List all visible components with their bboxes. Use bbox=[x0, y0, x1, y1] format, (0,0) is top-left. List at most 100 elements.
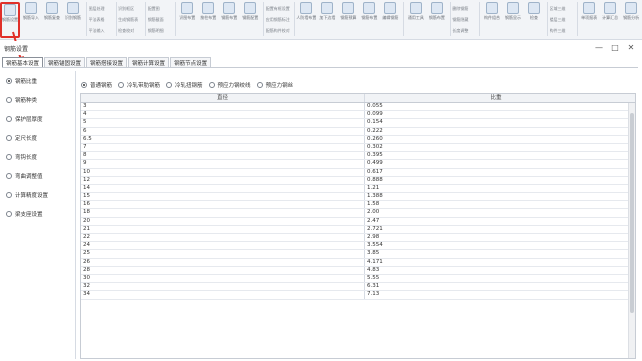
ribbon-button[interactable]: 钢筋设置 bbox=[0, 2, 20, 38]
cell-density[interactable]: 1.388 bbox=[365, 193, 627, 200]
cell-density[interactable]: 6.31 bbox=[365, 283, 627, 290]
option-prestressed-wire[interactable]: 预应力钢丝 bbox=[256, 80, 293, 90]
cell-diameter[interactable]: 15 bbox=[81, 193, 365, 201]
cell-density[interactable]: 0.222 bbox=[365, 128, 627, 135]
table-row[interactable]: 10 0.617 bbox=[81, 168, 635, 177]
ribbon-small-button[interactable]: 平法表格 bbox=[89, 14, 112, 25]
cell-density[interactable]: 4.83 bbox=[365, 267, 627, 274]
cell-diameter[interactable]: 22 bbox=[81, 234, 365, 242]
table-row[interactable]: 8 0.395 bbox=[81, 152, 635, 161]
table-row[interactable]: 24 3.554 bbox=[81, 242, 635, 251]
ribbon-small-button[interactable]: 配置图 bbox=[148, 3, 171, 14]
cell-density[interactable]: 0.154 bbox=[365, 119, 627, 126]
cell-diameter[interactable]: 18 bbox=[81, 209, 365, 217]
option-ordinary-rebar[interactable]: 普通钢筋 bbox=[81, 80, 112, 90]
cell-density[interactable]: 0.260 bbox=[365, 136, 627, 143]
cell-diameter[interactable]: 14 bbox=[81, 184, 365, 193]
ribbon-button[interactable]: 钢筋分析 bbox=[621, 2, 641, 38]
cell-diameter[interactable]: 10 bbox=[81, 168, 365, 176]
ribbon-small-button[interactable]: 图层处理 bbox=[89, 3, 112, 14]
cell-diameter[interactable]: 28 bbox=[81, 266, 365, 274]
cell-diameter[interactable]: 9 bbox=[81, 160, 365, 168]
table-row[interactable]: 21 2.721 bbox=[81, 225, 635, 234]
table-row[interactable]: 6.5 0.260 bbox=[81, 135, 635, 144]
cell-diameter[interactable]: 6 bbox=[81, 127, 365, 135]
table-row[interactable]: 18 2.00 bbox=[81, 209, 635, 218]
ribbon-small-button[interactable]: 配置有框设置 bbox=[266, 3, 290, 14]
cell-density[interactable]: 5.55 bbox=[365, 275, 627, 282]
ribbon-button[interactable]: 按柱布置 bbox=[198, 2, 218, 38]
table-row[interactable]: 7 0.302 bbox=[81, 143, 635, 153]
option-prestressed-strand[interactable]: 预应力钢绞线 bbox=[208, 80, 251, 90]
minimize-button[interactable]: — bbox=[592, 43, 606, 52]
cell-density[interactable]: 7.13 bbox=[365, 291, 627, 298]
ribbon-button[interactable]: 钢筋预算 bbox=[338, 2, 358, 38]
ribbon-small-button[interactable]: 应用钢筋标注 bbox=[266, 14, 290, 25]
ribbon-button[interactable]: 钢筋显示 bbox=[503, 2, 523, 38]
table-row[interactable]: 6 0.222 bbox=[81, 127, 635, 136]
cell-density[interactable]: 0.055 bbox=[365, 103, 627, 110]
ribbon-small-button[interactable]: 钢筋明细 bbox=[148, 25, 171, 36]
ribbon-button[interactable]: 识图布置 bbox=[177, 2, 197, 38]
table-row[interactable]: 5 0.154 bbox=[81, 119, 635, 128]
maximize-button[interactable]: □ bbox=[608, 43, 622, 52]
option-bend-adjustment[interactable]: 弯曲调整值 bbox=[2, 166, 75, 185]
ribbon-button[interactable]: 钢筋配置 bbox=[240, 2, 260, 38]
table-row[interactable]: 32 6.31 bbox=[81, 283, 635, 292]
ribbon-small-button[interactable]: 识别框区 bbox=[118, 3, 141, 14]
close-button[interactable]: ✕ bbox=[624, 43, 638, 52]
ribbon-button[interactable]: 钢筋复查 bbox=[42, 2, 62, 38]
ribbon-button[interactable]: 加下边墙 bbox=[317, 2, 337, 38]
cell-diameter[interactable]: 24 bbox=[81, 242, 365, 250]
cell-diameter[interactable]: 6.5 bbox=[81, 135, 365, 143]
option-cold-rolled-twisted[interactable]: 冷轧扭钢筋 bbox=[166, 80, 203, 90]
cell-density[interactable]: 2.98 bbox=[365, 234, 627, 241]
ribbon-button[interactable]: 单项报表 bbox=[579, 2, 599, 38]
table-row[interactable]: 9 0.499 bbox=[81, 160, 635, 169]
table-row[interactable]: 4 0.099 bbox=[81, 111, 635, 120]
ribbon-button[interactable]: 钢筋布置 bbox=[359, 2, 379, 38]
cell-density[interactable]: 0.302 bbox=[365, 144, 627, 151]
tab-node-settings[interactable]: 钢筋节点设置 bbox=[170, 57, 212, 67]
cell-diameter[interactable]: 4 bbox=[81, 111, 365, 119]
ribbon-button[interactable]: 钢筋导入 bbox=[21, 2, 41, 38]
cell-density[interactable]: 0.888 bbox=[365, 177, 627, 184]
ribbon-small-button[interactable]: 平法输入 bbox=[89, 25, 112, 36]
ribbon-button[interactable]: 通用工具 bbox=[406, 2, 426, 38]
cell-density[interactable]: 4.171 bbox=[365, 259, 627, 266]
cell-density[interactable]: 1.58 bbox=[365, 201, 627, 208]
cell-diameter[interactable]: 21 bbox=[81, 225, 365, 233]
ribbon-button[interactable]: 识别钢筋 bbox=[63, 2, 83, 38]
ribbon-small-button[interactable]: 删除钢筋 bbox=[452, 3, 475, 14]
cell-diameter[interactable]: 20 bbox=[81, 217, 365, 225]
table-row[interactable]: 34 7.13 bbox=[81, 291, 635, 300]
ribbon-small-button[interactable]: 钢筋隐藏 bbox=[452, 14, 475, 25]
ribbon-button[interactable]: 人防墙布置 bbox=[296, 2, 316, 38]
ribbon-button[interactable]: 构件组合 bbox=[482, 2, 502, 38]
option-precision-settings[interactable]: 计算精度设置 bbox=[2, 185, 75, 204]
cell-diameter[interactable]: 25 bbox=[81, 250, 365, 258]
cell-diameter[interactable]: 32 bbox=[81, 283, 365, 291]
cell-density[interactable]: 2.721 bbox=[365, 226, 627, 233]
table-row[interactable]: 15 1.388 bbox=[81, 193, 635, 202]
option-beam-support[interactable]: 梁支座设置 bbox=[2, 204, 75, 223]
ribbon-button[interactable]: 编辑钢筋 bbox=[380, 2, 400, 38]
cell-diameter[interactable]: 12 bbox=[81, 176, 365, 184]
cell-density[interactable]: 3.554 bbox=[365, 242, 627, 249]
cell-density[interactable]: 3.85 bbox=[365, 250, 627, 257]
ribbon-small-button[interactable]: 生成钢筋表 bbox=[118, 14, 141, 25]
cell-density[interactable]: 2.47 bbox=[365, 218, 627, 225]
cell-diameter[interactable]: 16 bbox=[81, 201, 365, 209]
option-hook-length[interactable]: 弯钩长度 bbox=[2, 147, 75, 166]
cell-diameter[interactable]: 5 bbox=[81, 119, 365, 127]
table-row[interactable]: 12 0.888 bbox=[81, 176, 635, 185]
ribbon-small-button[interactable]: 区域三维 bbox=[550, 3, 573, 14]
ribbon-button[interactable]: 钢筋布置 bbox=[427, 2, 447, 38]
option-fixed-length[interactable]: 定尺长度 bbox=[2, 128, 75, 147]
scrollbar-thumb[interactable] bbox=[630, 113, 634, 313]
option-rebar-type[interactable]: 钢筋种类 bbox=[2, 90, 75, 109]
ribbon-small-button[interactable]: 长度调整 bbox=[452, 25, 475, 36]
table-row[interactable]: 14 1.21 bbox=[81, 184, 635, 194]
option-cover-thickness[interactable]: 保护层厚度 bbox=[2, 109, 75, 128]
ribbon-button[interactable]: 检查 bbox=[524, 2, 544, 38]
